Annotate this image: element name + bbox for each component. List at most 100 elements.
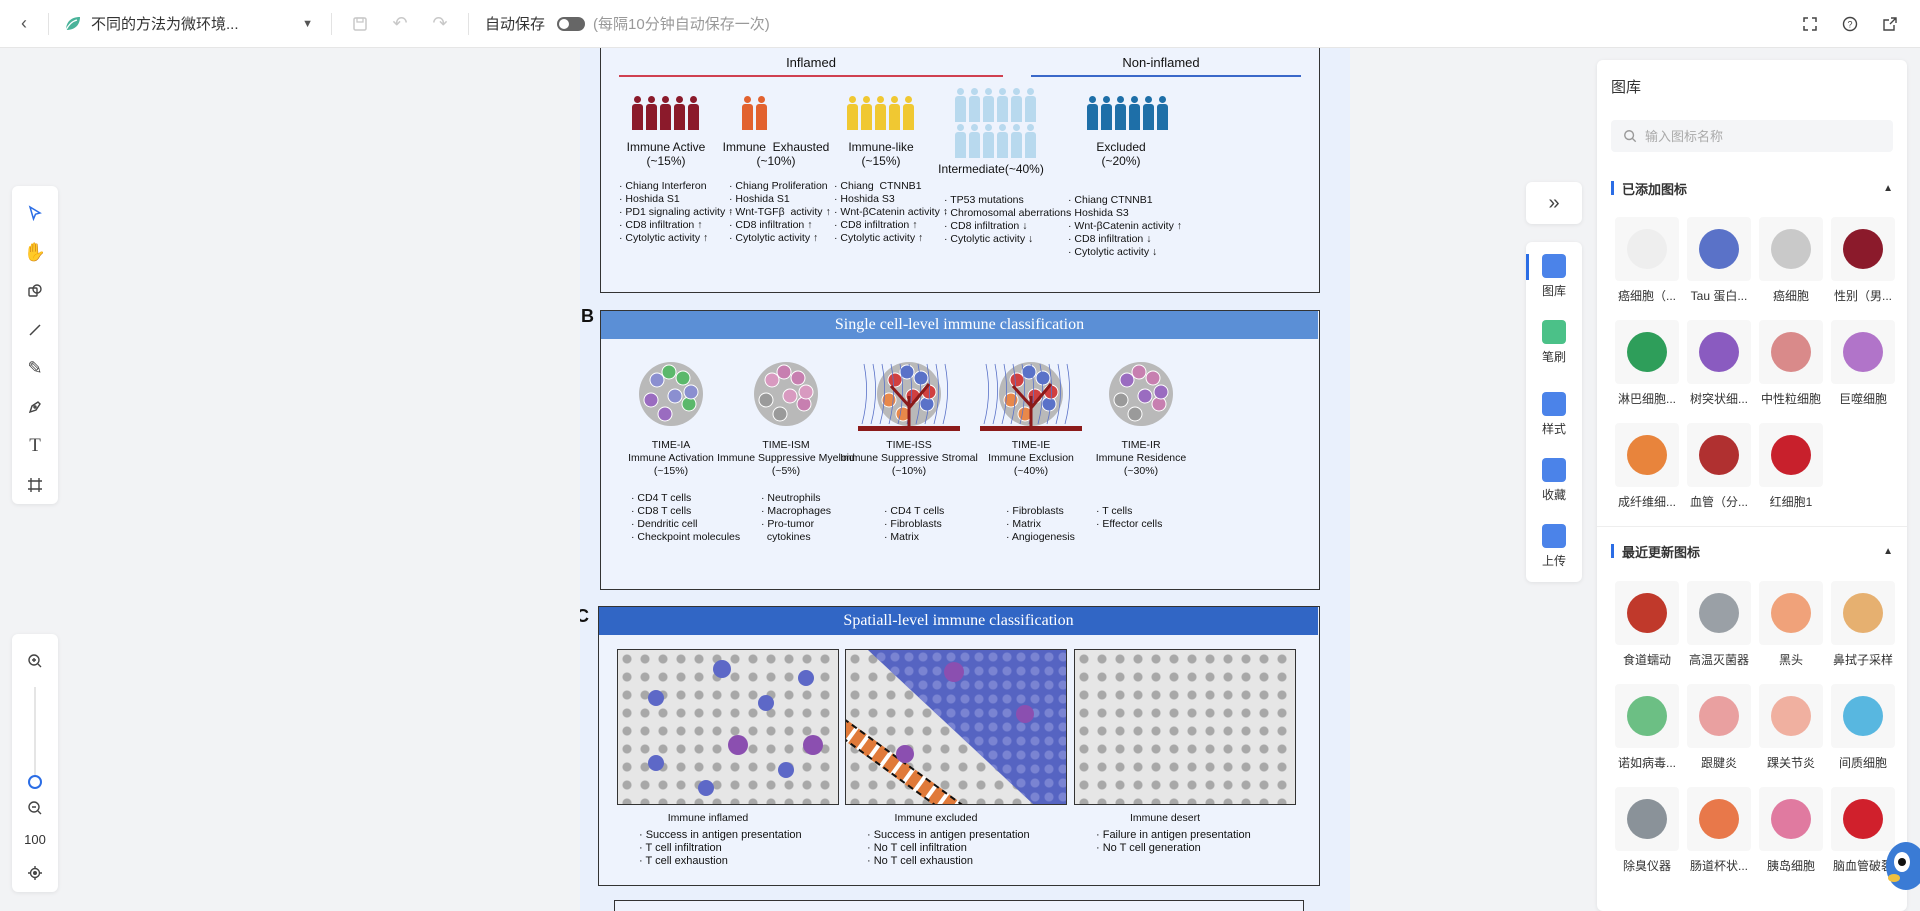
zoom-in-icon[interactable] (17, 642, 53, 681)
save-icon[interactable] (340, 0, 380, 48)
icon-search[interactable] (1611, 120, 1893, 152)
library-icon-item[interactable]: 黑头 (1755, 581, 1827, 684)
library-icon-thumb (1615, 320, 1679, 384)
library-icon-item[interactable]: 胰岛细胞 (1755, 787, 1827, 890)
library-icon-item[interactable]: 巨噬细胞 (1827, 320, 1899, 423)
library-icon-item[interactable]: 中性粒细胞 (1755, 320, 1827, 423)
library-icon-graphic (1699, 696, 1739, 736)
classification-code: TIME-ISS (886, 439, 932, 451)
redo-icon[interactable]: ↷ (420, 0, 460, 48)
collapse-panel-button[interactable]: » (1526, 182, 1582, 224)
assistant-mascot-icon[interactable] (1880, 836, 1920, 896)
recent-icons-title: 最近更新图标 (1622, 544, 1701, 560)
panel-b[interactable]: Single cell-level immune classification … (600, 310, 1320, 590)
hand-tool-icon[interactable]: ✋ (17, 233, 53, 272)
library-icon-item[interactable]: 鼻拭子采样 (1827, 581, 1899, 684)
tab-gallery[interactable]: 图库 (1526, 254, 1582, 299)
classification-code: TIME-ISM (762, 439, 810, 451)
library-icon-graphic (1843, 799, 1883, 839)
library-icon-item[interactable]: 癌细胞 (1755, 217, 1827, 320)
share-icon[interactable] (1870, 0, 1910, 48)
text-tool-icon[interactable]: T (17, 427, 53, 466)
library-icon-graphic (1771, 696, 1811, 736)
library-title: 图库 (1611, 79, 1642, 96)
right-tab-bar: 图库笔刷样式收藏上传 (1526, 242, 1582, 582)
library-icon-graphic (1771, 332, 1811, 372)
library-icon-label: 胰岛细胞 (1766, 859, 1815, 873)
library-icon-label: 高温灭菌器 (1688, 653, 1749, 667)
locate-icon[interactable] (17, 853, 53, 892)
caret-up-icon[interactable]: ▲ (1883, 546, 1893, 557)
library-icon-item[interactable]: 癌细胞（... (1611, 217, 1683, 320)
library-icon-item[interactable]: 踝关节炎 (1755, 684, 1827, 787)
caret-up-icon[interactable]: ▲ (1883, 183, 1893, 194)
library-icon-item[interactable]: 淋巴细胞... (1611, 320, 1683, 423)
tab-brush[interactable]: 笔刷 (1526, 320, 1582, 365)
panel-a[interactable]: Inflamed Non-inflamed Immune Active (~15%… (600, 48, 1320, 293)
panel-b-title: Single cell-level immune classification (601, 311, 1318, 339)
panel-c-letter: C (580, 606, 589, 626)
panel-c[interactable]: Spatiall-level immune classification Imm… (598, 606, 1320, 886)
library-icon-label: 除臭仪器 (1622, 859, 1671, 873)
library-icon-item[interactable]: Tau 蛋白... (1683, 217, 1755, 320)
tab-favorite[interactable]: 收藏 (1526, 458, 1582, 503)
library-icon-graphic (1627, 696, 1667, 736)
library-icon-item[interactable]: 食道蠕动 (1611, 581, 1683, 684)
library-icon-thumb (1687, 581, 1751, 645)
frame-tool-icon[interactable] (17, 465, 53, 504)
library-icon-label: 癌细胞（... (1617, 289, 1676, 303)
library-icon-thumb (1759, 217, 1823, 281)
tumor-cluster-icon (639, 362, 703, 426)
classification-code: TIME-IR (1121, 439, 1161, 451)
library-icon-item[interactable]: 树突状细... (1683, 320, 1755, 423)
panel-d-edge (614, 900, 1304, 911)
library-icon-item[interactable]: 除臭仪器 (1611, 787, 1683, 890)
library-icon-item[interactable]: 间质细胞 (1827, 684, 1899, 787)
person-icon (1128, 96, 1140, 130)
favorite-icon (1542, 458, 1566, 482)
select-tool-icon[interactable] (17, 194, 53, 233)
autosave-toggle[interactable] (557, 16, 586, 31)
recent-icons-header[interactable]: 最近更新图标 ▲ (1611, 541, 1893, 561)
library-icon-label: 红细胞1 (1769, 495, 1813, 509)
fullscreen-icon[interactable] (1790, 0, 1830, 48)
library-icon-thumb (1759, 684, 1823, 748)
tab-upload[interactable]: 上传 (1526, 524, 1582, 569)
person-icon (755, 96, 767, 130)
library-icon-item[interactable]: 肠道杯状... (1683, 787, 1755, 890)
line-tool-icon[interactable] (17, 310, 53, 349)
library-icon-graphic (1699, 229, 1739, 269)
zoom-slider-handle[interactable] (28, 774, 42, 789)
shape-tool-icon[interactable] (17, 272, 53, 311)
document-title-dropdown[interactable]: 不同的方法为微环境... ▼ (63, 13, 313, 34)
help-icon[interactable]: ? (1830, 0, 1870, 48)
library-icon-item[interactable]: 性别（男... (1827, 217, 1899, 320)
library-icon-label: 跟腱炎 (1700, 756, 1737, 770)
canvas-figure[interactable]: Inflamed Non-inflamed Immune Active (~15%… (580, 48, 1350, 911)
added-icons-header[interactable]: 已添加图标 ▲ (1611, 178, 1893, 198)
person-icon (954, 88, 966, 122)
divider (48, 12, 49, 35)
chevron-down-icon: ▼ (302, 17, 313, 30)
library-icon-item[interactable]: 高温灭菌器 (1683, 581, 1755, 684)
tab-label: 收藏 (1541, 488, 1566, 502)
library-icon-item[interactable]: 诺如病毒... (1611, 684, 1683, 787)
zoom-out-icon[interactable] (17, 789, 53, 828)
library-icon-graphic (1843, 593, 1883, 633)
icon-search-input[interactable] (1645, 128, 1865, 144)
tissue-immune-inflamed (617, 649, 839, 805)
library-icon-item[interactable]: 跟腱炎 (1683, 684, 1755, 787)
pen-tool-icon[interactable] (17, 388, 53, 427)
person-icon (1010, 88, 1022, 122)
undo-icon[interactable]: ↶ (380, 0, 420, 48)
library-icon-item[interactable]: 成纤维细... (1611, 423, 1683, 526)
tab-style[interactable]: 样式 (1526, 392, 1582, 437)
library-icon-item[interactable]: 血管（分... (1683, 423, 1755, 526)
library-icon-graphic (1627, 435, 1667, 475)
group-features: · Chiang CTNNB1 · Hoshida S3 · Wnt-βCate… (1068, 194, 1182, 258)
library-icon-item[interactable]: 红细胞1 (1755, 423, 1827, 526)
back-button[interactable]: ‹ (0, 0, 48, 48)
zoom-slider[interactable] (28, 686, 42, 789)
pencil-tool-icon[interactable]: ✎ (17, 349, 53, 388)
divider (331, 12, 332, 35)
